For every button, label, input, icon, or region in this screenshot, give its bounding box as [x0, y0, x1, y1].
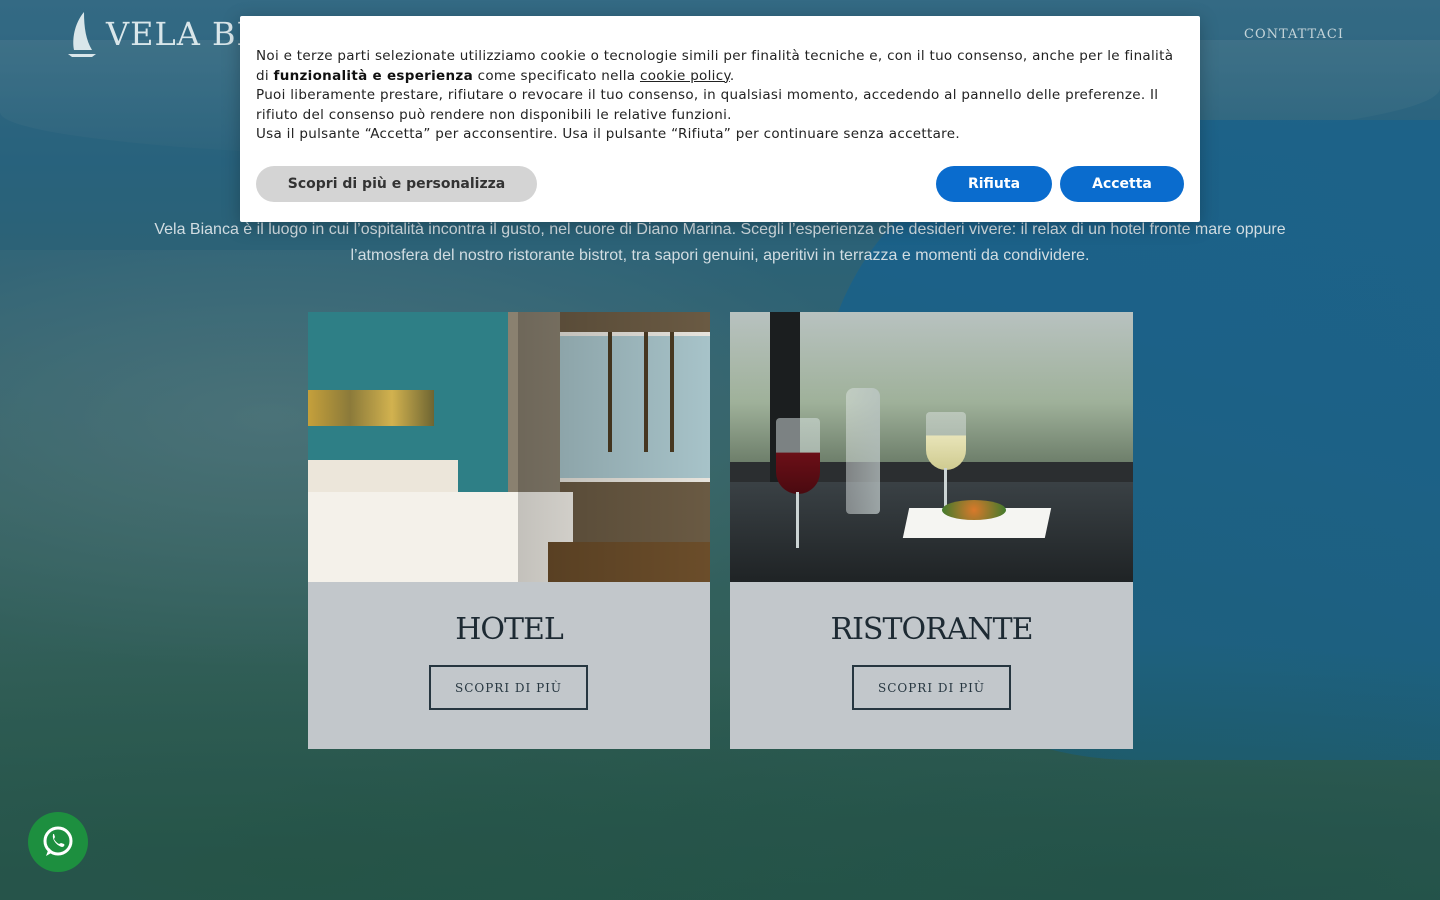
personalize-button[interactable]: Scopri di più e personalizza	[256, 166, 537, 202]
cookie-text: Noi e terze parti selezionate utilizziam…	[256, 47, 1186, 145]
hotel-room-image	[308, 312, 710, 582]
restaurant-card: RISTORANTE SCOPRI DI PIÙ	[730, 312, 1133, 749]
cookie-p1-bold: funzionalità e esperienza	[273, 67, 473, 84]
intro-line-2: l’atmosfera del nostro ristorante bistro…	[350, 247, 1090, 264]
restaurant-title: RISTORANTE	[830, 612, 1033, 647]
cookie-policy-link[interactable]: cookie policy	[640, 68, 730, 84]
cookie-p1-end: .	[729, 67, 735, 84]
nav-contact-link[interactable]: CONTATTACI	[1244, 27, 1344, 42]
sail-logo-icon	[68, 12, 96, 57]
hotel-card: HOTEL SCOPRI DI PIÙ	[308, 312, 710, 749]
cookie-paragraph-3: Usa il pulsante “Accetta” per acconsenti…	[256, 126, 960, 142]
accept-button[interactable]: Accetta	[1060, 166, 1184, 202]
hotel-discover-button[interactable]: SCOPRI DI PIÙ	[429, 665, 588, 710]
intro-text: Vela Bianca è il luogo in cui l’ospitali…	[140, 217, 1300, 269]
cookie-paragraph-2: Puoi liberamente prestare, rifiutare o r…	[256, 87, 1159, 123]
reject-button[interactable]: Rifiuta	[936, 166, 1052, 202]
cookie-banner: Noi e terze parti selezionate utilizziam…	[240, 16, 1200, 222]
whatsapp-button[interactable]	[28, 812, 88, 872]
cookie-p1-text-2: come specificato nella	[473, 67, 640, 84]
whatsapp-icon	[43, 826, 73, 856]
restaurant-discover-button[interactable]: SCOPRI DI PIÙ	[852, 665, 1011, 710]
restaurant-table-image	[730, 312, 1133, 582]
cookie-paragraph-1: Noi e terze parti selezionate utilizziam…	[256, 47, 1186, 86]
hotel-title: HOTEL	[455, 612, 564, 647]
